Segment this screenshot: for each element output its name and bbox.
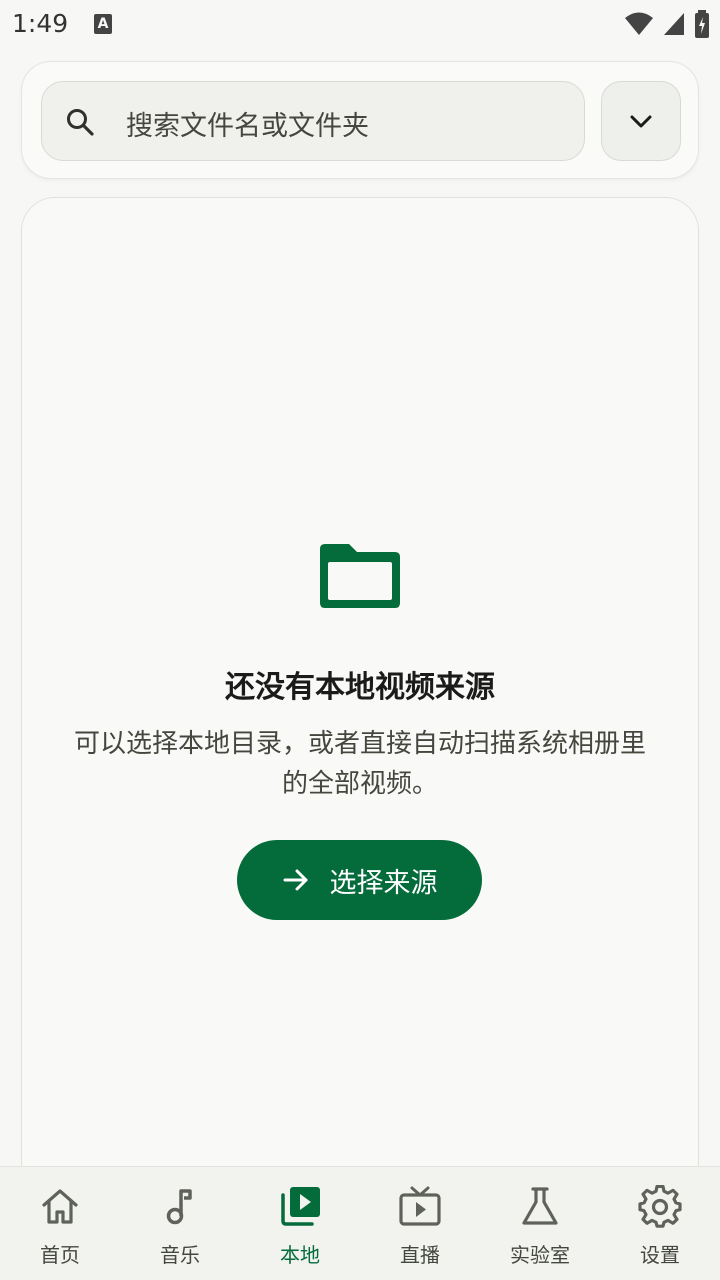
battery-icon: [695, 10, 709, 38]
bottom-navigation: 首页 音乐 本地 直播 实验室 设置: [0, 1166, 720, 1280]
chevron-down-icon: [630, 115, 652, 128]
search-icon: [67, 109, 94, 136]
nav-label-live: 直播: [400, 1243, 440, 1267]
nav-item-music[interactable]: 音乐: [120, 1167, 240, 1280]
search-card: 搜索文件名或文件夹: [21, 61, 699, 179]
search-input[interactable]: 搜索文件名或文件夹: [41, 81, 585, 161]
arrow-right-icon: [283, 869, 307, 891]
wifi-icon: [625, 12, 653, 35]
gear-icon: [638, 1185, 682, 1228]
flask-icon: [522, 1187, 558, 1225]
search-placeholder: 搜索文件名或文件夹: [126, 111, 369, 142]
nav-item-live[interactable]: 直播: [360, 1167, 480, 1280]
status-time: 1:49: [12, 9, 69, 38]
nav-item-local[interactable]: 本地: [240, 1167, 360, 1280]
filter-dropdown-button[interactable]: [601, 81, 681, 161]
nav-label-home: 首页: [40, 1243, 80, 1267]
tv-icon: [399, 1186, 441, 1226]
folder-icon: [320, 544, 400, 608]
nav-label-local: 本地: [280, 1243, 320, 1267]
video-library-icon: [281, 1187, 320, 1226]
nav-item-settings[interactable]: 设置: [600, 1167, 720, 1280]
home-icon: [42, 1189, 78, 1224]
empty-state-description: 可以选择本地目录，或者直接自动扫描系统相册里的全部视频。: [73, 729, 646, 799]
nav-label-settings: 设置: [640, 1243, 680, 1267]
notification-a-icon: A: [94, 14, 112, 34]
music-note-icon: [166, 1189, 192, 1225]
nav-label-music: 音乐: [160, 1243, 200, 1267]
nav-item-home[interactable]: 首页: [0, 1167, 120, 1280]
nav-label-lab: 实验室: [510, 1243, 570, 1267]
status-icons: [624, 10, 710, 38]
nav-item-lab[interactable]: 实验室: [480, 1167, 600, 1280]
choose-source-button[interactable]: 选择来源: [237, 840, 482, 920]
status-bar: 1:49 A: [0, 0, 720, 50]
cell-signal-icon: [664, 13, 684, 35]
empty-state-title: 还没有本地视频来源: [225, 670, 495, 705]
choose-source-label: 选择来源: [329, 867, 438, 899]
